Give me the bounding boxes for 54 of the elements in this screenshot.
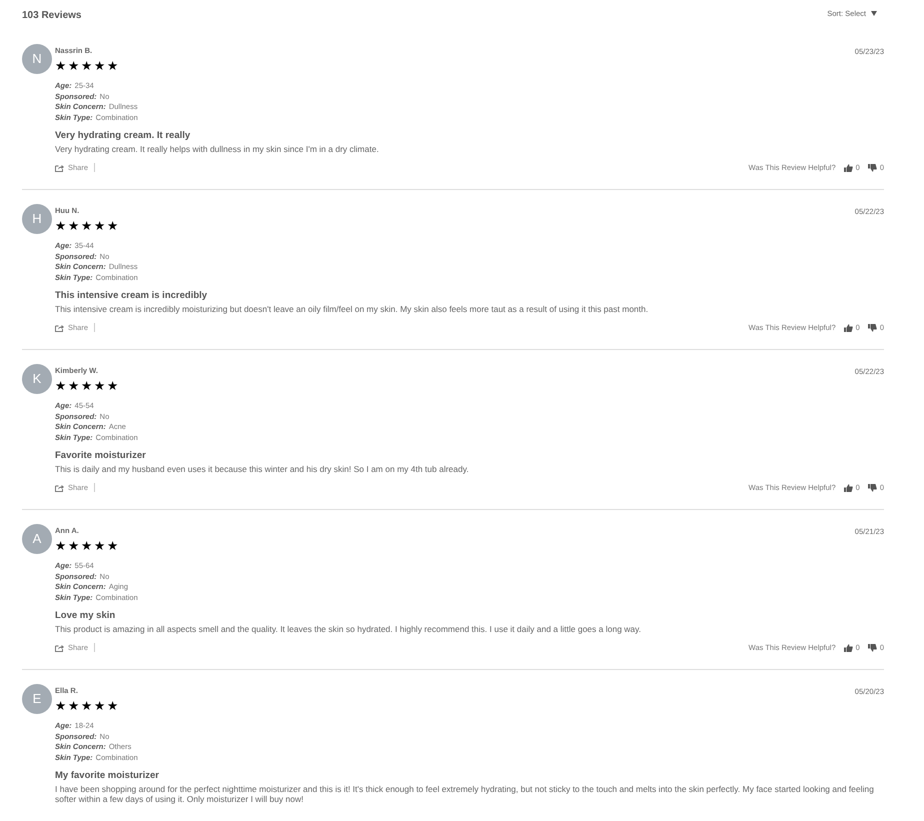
star-icon: ★ xyxy=(68,220,80,232)
star-icon: ★ xyxy=(94,60,106,72)
star-icon: ★ xyxy=(94,540,106,552)
star-icon: ★ xyxy=(81,60,93,72)
star-icon: ★ xyxy=(107,540,119,552)
star-icon: ★ xyxy=(107,700,119,712)
review-text: This intensive cream is incredibly moisturizing but doesn't leave an oily film/feel on my skin. My skin also feels more taut as a result of using it this past month. xyxy=(55,304,650,314)
thumbs-down-icon xyxy=(868,484,877,492)
review-title: Favorite moisturizer xyxy=(55,449,147,462)
star-icon: ★ xyxy=(94,700,106,712)
thumbs-up-icon xyxy=(844,164,853,172)
star-icon: ★ xyxy=(55,700,67,712)
star-icon: ★ xyxy=(55,220,67,232)
share-icon xyxy=(55,324,64,332)
star-icon: ★ xyxy=(55,540,67,552)
star-icon: ★ xyxy=(68,540,80,552)
avatar: K xyxy=(22,364,52,394)
star-icon: ★ xyxy=(107,380,119,392)
review-text: This is daily and my husband even uses it because this winter and his dry skin! So I am on my 4th tub already. xyxy=(55,464,470,474)
share-icon xyxy=(55,484,64,492)
star-icon: ★ xyxy=(81,700,93,712)
review-text: I have been shopping around for the perfect nighttime moisturizer and this is it! It's thick enough to feel extremely hydrating, but not sticky to the touch and melts into the skin perfectly. My face started looking and feeling softer within a few days of using it. Only moisturizer I will buy now! xyxy=(55,784,875,804)
review-text: Very hydrating cream. It really helps with dullness in my skin since I'm in a dry climate. xyxy=(55,144,380,154)
share-icon xyxy=(55,164,64,172)
thumbs-up-icon xyxy=(844,644,853,652)
review-title: My favorite moisturizer xyxy=(55,769,160,782)
star-icon: ★ xyxy=(94,220,106,232)
star-icon: ★ xyxy=(55,60,67,72)
share-icon xyxy=(55,644,64,652)
avatar: H xyxy=(22,204,52,234)
star-icon: ★ xyxy=(81,220,93,232)
star-icon: ★ xyxy=(81,380,93,392)
review-title: Love my skin xyxy=(55,609,116,622)
avatar: N xyxy=(22,44,52,74)
star-icon: ★ xyxy=(68,60,80,72)
star-icon: ★ xyxy=(107,60,119,72)
avatar: E xyxy=(22,684,52,714)
star-icon: ★ xyxy=(94,380,106,392)
caret-icon xyxy=(871,11,877,16)
review-title: Very hydrating cream. It really xyxy=(55,129,192,142)
avatar: A xyxy=(22,524,52,554)
star-icon: ★ xyxy=(68,380,80,392)
star-icon: ★ xyxy=(55,380,67,392)
review-count: 103 Reviews xyxy=(22,9,82,23)
star-icon: ★ xyxy=(107,220,119,232)
review-text: This product is amazing in all aspects smell and the quality. It leaves the skin so hydrated. I highly recommend this. I use it daily and a little goes a long way. xyxy=(55,624,642,634)
review-title: This intensive cream is incredibly xyxy=(55,289,208,302)
thumbs-down-icon xyxy=(868,164,877,172)
star-icon: ★ xyxy=(81,540,93,552)
thumbs-down-icon xyxy=(868,324,877,332)
star-icon: ★ xyxy=(68,700,80,712)
thumbs-down-icon xyxy=(868,644,877,652)
thumbs-up-icon xyxy=(844,324,853,332)
thumbs-up-icon xyxy=(844,484,853,492)
